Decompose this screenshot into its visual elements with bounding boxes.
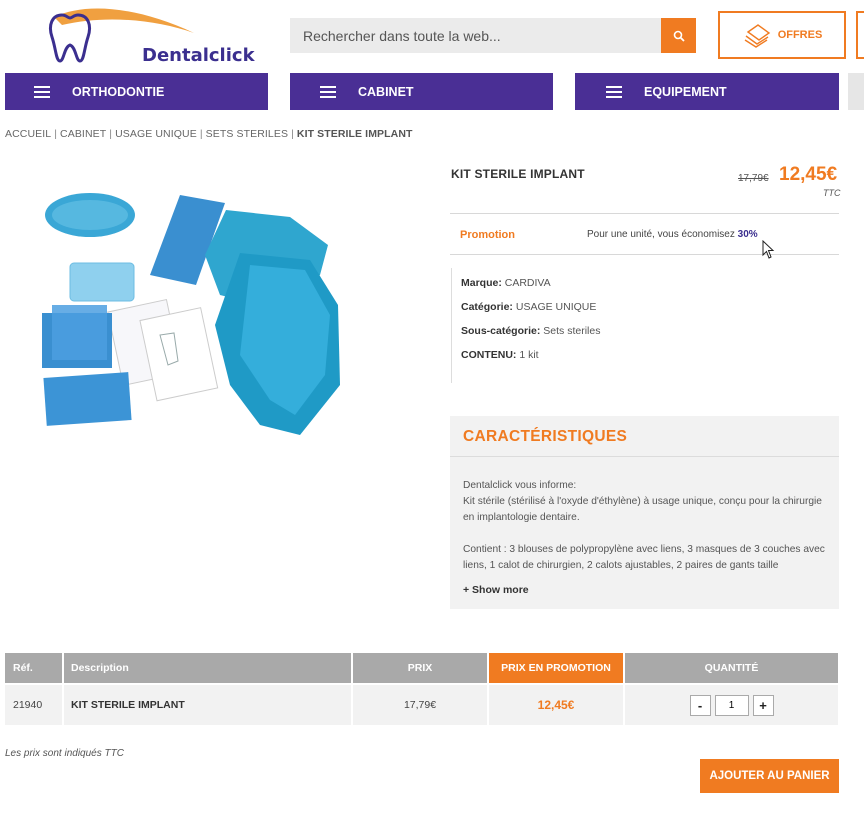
characteristics-intro: Dentalclick vous informe: [463, 480, 577, 491]
col-quantity: QUANTITÉ [624, 653, 838, 684]
characteristics-body: Dentalclick vous informe: Kit stérile (st… [450, 457, 839, 574]
promotion-label: Promotion [460, 229, 515, 241]
old-price: 17,79€ [738, 173, 769, 184]
show-more-link[interactable]: + Show more [463, 584, 529, 596]
header-edge-button[interactable] [856, 11, 864, 59]
col-price: PRIX [352, 653, 489, 684]
breadcrumb-sets-steriles[interactable]: SETS STERILES [206, 128, 288, 140]
characteristics-contents: Contient : 3 blouses de polypropylène av… [463, 544, 825, 571]
nav-item-label: EQUIPEMENT [644, 84, 727, 99]
promo-price: 12,45€ [779, 164, 838, 185]
tags-icon [744, 24, 770, 48]
spec-label: Marque: [461, 277, 502, 289]
col-promo-price: PRIX EN PROMOTION [488, 653, 625, 684]
cell-ref: 21940 [5, 683, 64, 725]
spec-value: 1 kit [516, 349, 539, 361]
nav-item-label: CABINET [358, 84, 414, 99]
spec-subcategory: Sous-catégorie: Sets steriles [461, 325, 600, 337]
quantity-stepper: - + [625, 694, 838, 716]
menu-icon [606, 85, 622, 98]
spec-category: Catégorie: USAGE UNIQUE [461, 301, 596, 313]
cell-description: KIT STERILE IMPLANT [63, 683, 353, 725]
quantity-decrease-button[interactable]: - [689, 694, 711, 716]
logo-text: Dentalclick [142, 45, 255, 66]
tax-label: TTC [823, 188, 841, 198]
menu-icon [320, 85, 336, 98]
cell-price: 17,79€ [352, 683, 489, 725]
promotion-percent: 30% [737, 229, 758, 240]
menu-icon [34, 85, 50, 98]
spec-value: USAGE UNIQUE [512, 301, 597, 313]
spec-content: CONTENU: 1 kit [461, 349, 539, 361]
sterile-kit-picture [42, 193, 340, 435]
characteristics-description: Kit stérile (stérilisé à l'oxyde d'éthyl… [463, 496, 822, 523]
spec-label: Sous-catégorie: [461, 325, 541, 337]
spec-brand: Marque: CARDIVA [461, 277, 551, 289]
col-ref: Réf. [5, 653, 64, 684]
quantity-increase-button[interactable]: + [752, 694, 774, 716]
search-button[interactable] [661, 18, 696, 53]
spec-divider [451, 268, 453, 383]
nav-scroll-edge [848, 73, 864, 110]
breadcrumb-current: KIT STERILE IMPLANT [296, 128, 413, 140]
spec-label: Catégorie: [461, 301, 513, 313]
nav-item-label: ORTHODONTIE [72, 84, 165, 99]
product-table: Réf. Description PRIX PRIX EN PROMOTION … [5, 653, 838, 725]
mouse-cursor-icon [762, 240, 775, 259]
characteristics-panel: CARACTÉRISTIQUES Dentalclick vous inform… [450, 416, 839, 609]
nav-item-cabinet[interactable]: CABINET [290, 73, 553, 110]
nav-item-equipement[interactable]: EQUIPEMENT [575, 73, 839, 110]
spec-label: CONTENU: [461, 349, 517, 361]
prices-note: Les prix sont indiqués TTC [5, 748, 124, 759]
breadcrumb: ACCUEIL | CABINET | USAGE UNIQUE | SETS STERIL… [5, 128, 413, 140]
breadcrumb-accueil[interactable]: ACCUEIL [5, 128, 51, 140]
quantity-input[interactable] [714, 694, 749, 716]
promotion-text: Pour une unité, vous économisez 30% [587, 229, 758, 240]
breadcrumb-cabinet[interactable]: CABINET [60, 128, 106, 140]
dentalclick-logo[interactable]: Dentalclick [44, 5, 255, 66]
search-input[interactable] [303, 27, 662, 44]
spec-value: Sets steriles [540, 325, 601, 337]
promotion-text-prefix: Pour une unité, vous économisez [587, 229, 738, 240]
search-icon [673, 30, 685, 42]
offers-button[interactable]: OFFRES [718, 11, 846, 59]
col-description: Description [63, 653, 353, 684]
cell-promo-price: 12,45€ [488, 683, 625, 725]
cell-quantity: - + [624, 683, 838, 725]
characteristics-title: CARACTÉRISTIQUES [450, 416, 839, 457]
table-row: 21940 KIT STERILE IMPLANT 17,79€ 12,45€ … [5, 683, 838, 725]
offers-label: OFFRES [777, 29, 823, 41]
product-image[interactable] [30, 185, 350, 445]
nav-item-orthodontie[interactable]: ORTHODONTIE [5, 73, 268, 110]
spec-value: CARDIVA [501, 277, 551, 289]
promotion-box: Promotion Pour une unité, vous économise… [450, 213, 839, 255]
add-to-cart-button[interactable]: AJOUTER AU PANIER [700, 759, 839, 793]
search-bar [290, 18, 662, 53]
breadcrumb-usage-unique[interactable]: USAGE UNIQUE [115, 128, 197, 140]
product-title: KIT STERILE IMPLANT [451, 167, 585, 181]
characteristics-paragraph: Dentalclick vous informe: Kit stérile (st… [463, 478, 827, 526]
